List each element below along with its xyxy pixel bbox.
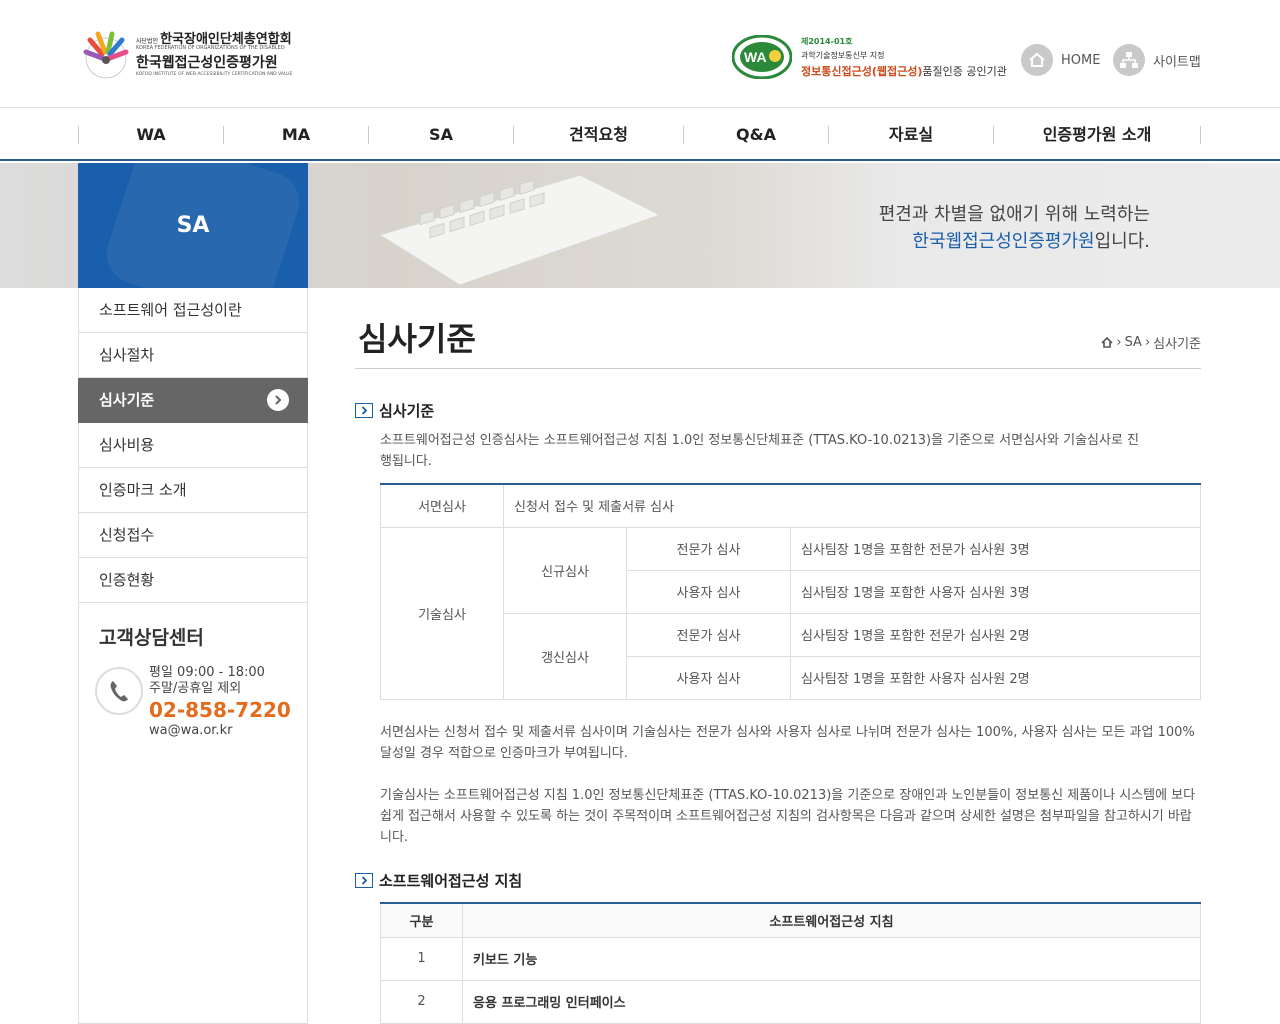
home-label: HOME <box>1061 52 1101 68</box>
org-small: 사단법인 <box>136 38 159 45</box>
renew-review-label: 갱신심사 <box>503 612 627 700</box>
review-type: 사용자 심사 <box>626 569 791 614</box>
cert-tail: 품질인증 공인기관 <box>922 65 1007 78</box>
chevron-right-icon <box>355 873 373 888</box>
nav-wa[interactable]: WA <box>79 109 223 161</box>
cs-tel: 02-858-7220 <box>149 698 291 722</box>
review-type: 전문가 심사 <box>626 612 791 657</box>
review-type: 사용자 심사 <box>626 655 791 700</box>
table-row: 기술심사 신규심사 전문가 심사 심사팀장 1명을 포함한 전문가 심사원 3명 <box>380 526 1201 700</box>
criteria-para2: 기술심사는 소프트웨어접근성 지침 1.0인 정보통신단체표준 (TTAS.KO… <box>380 788 1196 845</box>
section-heading-guidelines: 소프트웨어접근성 지침 <box>355 870 522 891</box>
lnb-item-procedure[interactable]: 심사절차 <box>78 333 308 378</box>
chevron-right-icon <box>355 403 373 418</box>
customer-center: 고객상담센터 평일 09:00 - 18:00 주말/공휴일 제외 02-858… <box>78 603 308 1024</box>
inst-name: 한국웹접근성인증평가원 <box>136 55 278 71</box>
phone-icon <box>95 667 143 715</box>
local-nav: 소프트웨어 접근성이란 심사절차 심사기준 심사비용 인증마크 소개 신청접수 … <box>78 288 308 603</box>
logo-emblem-icon <box>83 31 129 79</box>
cs-email: wa@wa.or.kr <box>149 723 233 738</box>
lnb-item-status[interactable]: 인증현황 <box>78 558 308 603</box>
review-type: 전문가 심사 <box>626 526 791 571</box>
sitemap-label: 사이트맵 <box>1153 54 1201 70</box>
visual-copy-em: 한국웹접근성인증평가원 <box>912 231 1095 252</box>
title-divider <box>355 368 1201 369</box>
global-nav: WA MA SA 견적요청 Q&A 자료실 인증평가원 소개 <box>0 109 1280 161</box>
section-label: SA <box>176 213 210 238</box>
new-review-label: 신규심사 <box>503 526 627 614</box>
nav-qna[interactable]: Q&A <box>684 109 828 161</box>
visual-copy-line1: 편견과 차별을 없애기 위해 노력하는 <box>878 204 1150 225</box>
svg-text:WA: WA <box>744 49 767 65</box>
criteria-intro: 소프트웨어접근성 인증심사는 소프트웨어접근성 지침 1.0인 정보통신단체표준… <box>380 433 1140 469</box>
cert-ministry: 과학기술정보통신부 지정 <box>801 51 885 60</box>
table-row: 2 응용 프로그래밍 인터페이스 <box>380 979 1201 1024</box>
row-guideline: 키보드 기능 <box>462 936 1201 981</box>
row-no: 1 <box>380 936 463 981</box>
breadcrumb-current: 심사기준 <box>1153 337 1201 352</box>
cert-number: 제2014-01호 <box>801 37 853 46</box>
chevron-right-icon: › <box>1144 335 1151 350</box>
chevron-right-icon: › <box>1116 335 1122 350</box>
nav-ma[interactable]: MA <box>224 109 368 161</box>
table-row: 서면심사 신청서 접수 및 제출서류 심사 <box>380 483 1201 528</box>
inst-eng: KOFOD INSTITUTE OF WEB ACCESSIBILITY CER… <box>136 72 293 77</box>
lnb-item-sw-accessibility[interactable]: 소프트웨어 접근성이란 <box>78 288 308 333</box>
col-header-guideline: 소프트웨어접근성 지침 <box>462 902 1201 938</box>
keyboard-illustration <box>380 175 660 286</box>
review-desc: 심사팀장 1명을 포함한 전문가 심사원 2명 <box>790 612 1201 657</box>
table-row: 1 키보드 기능 <box>380 936 1201 981</box>
lnb-item-apply[interactable]: 신청접수 <box>78 513 308 558</box>
review-desc: 심사팀장 1명을 포함한 전문가 심사원 3명 <box>790 526 1201 571</box>
guidelines-table: 구분 소프트웨어접근성 지침 1 키보드 기능 2 응용 프로그래밍 인터페이스 <box>380 902 1201 1024</box>
cs-title: 고객상담센터 <box>99 627 204 649</box>
sitemap-link[interactable]: 사이트맵 <box>1113 44 1201 76</box>
nav-about[interactable]: 인증평가원 소개 <box>994 109 1200 161</box>
doc-review-label: 서면심사 <box>380 483 504 528</box>
review-desc: 심사팀장 1명을 포함한 사용자 심사원 2명 <box>790 655 1201 700</box>
table-header-row: 구분 소프트웨어접근성 지침 <box>380 902 1201 938</box>
wa-cert-text: 제2014-01호 과학기술정보통신부 지정 정보통신접근성(웹접근성)품질인증… <box>801 36 1007 79</box>
home-icon <box>1021 44 1053 76</box>
wa-cert-badge-icon: WA <box>732 35 792 79</box>
doc-review-desc: 신청서 접수 및 제출서류 심사 <box>503 483 1201 528</box>
tech-review-label: 기술심사 <box>380 526 504 700</box>
row-guideline: 응용 프로그래밍 인터페이스 <box>462 979 1201 1024</box>
breadcrumb-sa[interactable]: SA <box>1125 335 1142 350</box>
lnb-item-mark[interactable]: 인증마크 소개 <box>78 468 308 513</box>
cs-closed: 주말/공휴일 제외 <box>149 681 242 696</box>
criteria-table: 서면심사 신청서 접수 및 제출서류 심사 기술심사 신규심사 전문가 심사 심… <box>380 483 1201 700</box>
review-desc: 심사팀장 1명을 포함한 사용자 심사원 3명 <box>790 569 1201 614</box>
cert-main: 정보통신접근성(웹접근성) <box>801 65 923 78</box>
lnb-item-criteria[interactable]: 심사기준 <box>78 378 308 423</box>
nav-quote[interactable]: 견적요청 <box>514 109 683 161</box>
site-header: 사단법인 한국장애인단체총연합회 KOREA FEDERATION OF ORGA… <box>0 0 1280 108</box>
section-heading-criteria: 심사기준 <box>355 400 434 421</box>
nav-archive[interactable]: 자료실 <box>829 109 993 161</box>
breadcrumb: › SA › 심사기준 <box>1101 333 1201 352</box>
visual-copy-tail: 입니다. <box>1094 231 1150 252</box>
cs-hours: 평일 09:00 - 18:00 <box>149 665 265 680</box>
chevron-right-icon <box>267 389 289 411</box>
nav-sa[interactable]: SA <box>369 109 513 161</box>
nav-divider <box>1200 126 1201 144</box>
lnb-item-cost[interactable]: 심사비용 <box>78 423 308 468</box>
criteria-para1: 서면심사는 신청서 접수 및 제출서류 심사이며 기술심사는 전문가 심사와 사… <box>380 725 1195 761</box>
sitemap-icon <box>1113 44 1145 76</box>
visual-copy: 편견과 차별을 없애기 위해 노력하는 한국웹접근성인증평가원입니다. <box>879 201 1150 255</box>
row-no: 2 <box>380 979 463 1024</box>
org-eng: KOREA FEDERATION OF ORGANIZATIONS OF THE… <box>136 45 285 51</box>
home-icon[interactable] <box>1101 337 1113 348</box>
page-title: 심사기준 <box>358 320 476 358</box>
sub-visual-banner: SA 편견과 차별을 없애기 위해 노력하는 한국웹접근성인증평가원입니다. <box>0 163 1280 288</box>
home-link[interactable]: HOME <box>1021 44 1100 76</box>
col-header-no: 구분 <box>380 902 463 938</box>
section-box: SA <box>78 163 308 288</box>
table-row: 갱신심사 전문가 심사 심사팀장 1명을 포함한 전문가 심사원 2명 <box>381 612 1201 700</box>
site-logo[interactable]: 사단법인 한국장애인단체총연합회 KOREA FEDERATION OF ORGA… <box>80 28 300 80</box>
